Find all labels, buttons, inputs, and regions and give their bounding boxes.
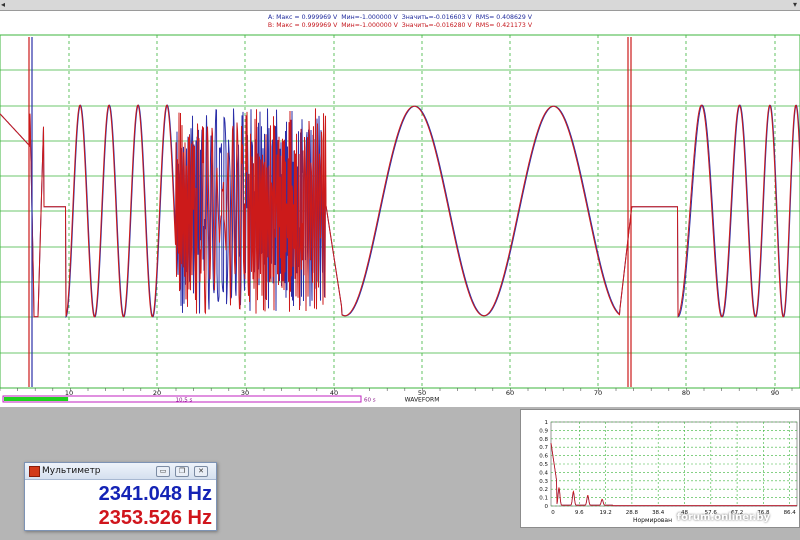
minimize-button[interactable]: ▭ [156, 466, 170, 477]
window-end-label: 60 s [364, 398, 376, 404]
waveform-plot[interactable]: 10 20 30 40 50 60 70 80 90 10,5 s 60 s WAVEFORM [0, 11, 800, 407]
x-tick-label: 80 [682, 389, 690, 397]
spectrum-x-tick: 38.4 [652, 510, 665, 516]
multimeter-title: Мультиметр [42, 466, 101, 476]
waveform-title: WAVEFORM [405, 397, 440, 404]
multimeter-window[interactable]: Мультиметр ▭ ❐ ✕ 2341.048 Hz 2353.526 Hz [24, 462, 217, 531]
multimeter-titlebar[interactable]: Мультиметр ▭ ❐ ✕ [25, 463, 216, 480]
spectrum-xlabel: Нормирован [633, 517, 672, 524]
spectrum-plot[interactable]: 1 0.9 0.8 0.7 0.6 0.5 0.4 0.3 0.2 0.1 00 9.6 19.2 28.… [521, 410, 799, 527]
x-tick-label: 90 [771, 389, 779, 397]
progress-fill [4, 397, 69, 401]
close-button[interactable]: ✕ [194, 466, 208, 477]
window-edge-icon: ◂ [1, 0, 6, 9]
spectrum-y-tick: 1 [545, 420, 549, 426]
spectrum-y-tick: 0.4 [539, 470, 548, 476]
oscilloscope-panel: A: Макс = 0.999969 V Мин=-1.000000 V Зна… [0, 11, 800, 407]
spectrum-axis-labels: 1 0.9 0.8 0.7 0.6 0.5 0.4 0.3 0.2 0.1 00 9.6 19.2 28.… [539, 420, 796, 516]
spectrum-panel: 1 0.9 0.8 0.7 0.6 0.5 0.4 0.3 0.2 0.1 0 0 9.6 19.2 28.… [520, 409, 800, 528]
watermark-text: forum.onliner.by [676, 512, 770, 523]
window-top-strip: ◂ ▾ [0, 0, 800, 11]
x-tick-label: 70 [594, 389, 602, 397]
frequency-reading-a: 2341.048 Hz [98, 483, 212, 505]
restore-button[interactable]: ❐ [175, 466, 189, 477]
scope-grid [0, 34, 800, 389]
plot-frame [0, 34, 800, 389]
spectrum-x-tick: 86.4 [784, 510, 797, 516]
spectrum-y-tick: 0.8 [539, 437, 548, 443]
spectrum-x-tick: 9.6 [575, 510, 584, 516]
spectrum-y-tick: 0.3 [539, 479, 548, 485]
spectrum-y-tick: 0 [545, 504, 549, 510]
x-tick-label: 60 [506, 389, 514, 397]
spectrum-y-tick: 0.2 [539, 487, 548, 493]
spectrum-y-tick: 0.9 [539, 428, 548, 434]
spectrum-grid [550, 421, 798, 507]
spectrum-x-tick: 28.8 [626, 510, 639, 516]
frequency-reading-b: 2353.526 Hz [98, 507, 212, 529]
spectrum-y-tick: 0.1 [539, 496, 548, 502]
spectrum-y-tick: 0.5 [539, 462, 548, 468]
spectrum-x-tick: 0 [551, 510, 555, 516]
window-menu-icon[interactable]: ▾ [793, 0, 797, 10]
multimeter-app-icon [29, 466, 40, 477]
spectrum-y-tick: 0.6 [539, 454, 548, 460]
spectrum-x-tick: 19.2 [599, 510, 611, 516]
spectrum-trace-b [550, 442, 797, 507]
window-length-label: 10,5 s [176, 398, 193, 404]
spectrum-y-tick: 0.7 [539, 445, 548, 451]
